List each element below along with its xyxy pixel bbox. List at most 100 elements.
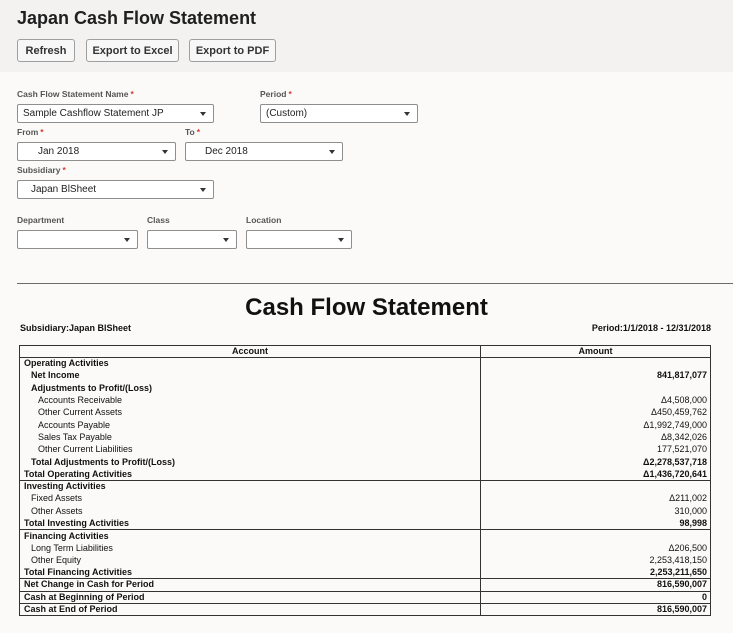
amount-cell: 2,253,211,650 (480, 566, 711, 579)
statement-name-value: Sample Cashflow Statement JP (23, 108, 164, 119)
account-cell: Sales Tax Payable (19, 431, 481, 444)
table-row: Long Term Liabilities Δ206,500 (19, 541, 711, 555)
table-row: Sales Tax Payable Δ8,342,026 (19, 431, 711, 444)
account-cell: Operating Activities (19, 357, 481, 370)
location-label: Location (246, 215, 282, 225)
account-cell: Accounts Payable (19, 418, 481, 432)
table-row: Operating Activities (19, 357, 711, 370)
amount-cell: Δ450,459,762 (480, 406, 711, 419)
amount-cell (480, 357, 711, 370)
chevron-down-icon (124, 237, 130, 242)
account-cell: Other Current Assets (19, 406, 481, 419)
chevron-down-icon (329, 149, 335, 154)
export-excel-button[interactable]: Export to Excel (86, 39, 179, 62)
table-row: Total Adjustments to Profit/(Loss) Δ2,278… (19, 455, 711, 469)
table-row: Total Operating Activities Δ1,436,720,641 (19, 468, 711, 481)
chevron-down-icon (338, 237, 344, 242)
subsidiary-value: Japan BlSheet (31, 184, 97, 195)
table-row: Financing Activities (19, 529, 711, 542)
chevron-down-icon (162, 149, 168, 154)
account-cell: Cash at Beginning of Period (19, 590, 481, 604)
required-mark: * (196, 127, 201, 137)
export-pdf-button[interactable]: Export to PDF (189, 39, 276, 62)
class-select[interactable] (147, 230, 237, 249)
amount-cell: Δ1,436,720,641 (480, 468, 711, 481)
account-cell: Fixed Assets (19, 492, 481, 506)
account-cell: Long Term Liabilities (19, 541, 481, 555)
amount-cell: Δ2,278,537,718 (480, 455, 711, 469)
period-select[interactable]: (Custom) (260, 104, 418, 123)
table-row: Other Assets 310,000 (19, 505, 711, 518)
table-row: Adjustments to Profit/(Loss) (19, 382, 711, 395)
column-header-account: Account (19, 345, 481, 358)
amount-cell: 310,000 (480, 505, 711, 518)
amount-cell: 2,253,418,150 (480, 554, 711, 567)
amount-cell (480, 479, 711, 493)
table-row: Cash at Beginning of Period 0 (19, 590, 711, 604)
account-cell: Other Assets (19, 505, 481, 518)
page-header: Japan Cash Flow Statement Refresh Export… (0, 0, 733, 72)
amount-cell (480, 382, 711, 395)
table-row: Investing Activities (19, 479, 711, 493)
to-select[interactable]: Dec 2018 (185, 142, 343, 161)
statement-name-label: Cash Flow Statement Name * (17, 89, 134, 99)
section-divider (17, 283, 733, 284)
table-header-row: Account Amount (19, 345, 711, 358)
table-row: Other Current Assets Δ450,459,762 (19, 406, 711, 419)
account-cell: Investing Activities (19, 479, 481, 493)
to-value: Dec 2018 (205, 146, 248, 157)
amount-cell: Δ4,508,000 (480, 394, 711, 407)
location-select[interactable] (246, 230, 352, 249)
amount-cell: Δ211,002 (480, 492, 711, 506)
table-row: Other Equity 2,253,418,150 (19, 554, 711, 567)
table-row: Other Current Liabilities 177,521,070 (19, 443, 711, 456)
table-row: Accounts Payable Δ1,992,749,000 (19, 418, 711, 432)
report-subsidiary: Subsidiary:Japan BlSheet (20, 323, 132, 333)
account-cell: Net Income (19, 369, 481, 383)
from-label: From * (17, 127, 44, 137)
required-mark: * (130, 89, 134, 99)
period-value: (Custom) (266, 108, 308, 119)
subsidiary-select[interactable]: Japan BlSheet (17, 180, 214, 199)
amount-cell: 177,521,070 (480, 443, 711, 456)
subsidiary-label: Subsidiary * (17, 165, 66, 175)
account-cell: Total Investing Activities (19, 517, 481, 530)
from-select[interactable]: Jan 2018 (17, 142, 176, 161)
from-value: Jan 2018 (38, 146, 80, 157)
account-cell: Other Current Liabilities (19, 443, 481, 456)
table-row: Fixed Assets Δ211,002 (19, 492, 711, 506)
class-label: Class (147, 215, 170, 225)
table-row: Total Investing Activities 98,998 (19, 517, 711, 530)
amount-cell: Δ1,992,749,000 (480, 418, 711, 432)
amount-cell: Δ8,342,026 (480, 431, 711, 444)
department-select[interactable] (17, 230, 138, 249)
amount-cell: 816,590,007 (480, 602, 711, 617)
account-cell: Net Change in Cash for Period (19, 578, 481, 592)
account-cell: Total Operating Activities (19, 468, 481, 481)
account-cell: Accounts Receivable (19, 394, 481, 407)
column-header-amount: Amount (480, 345, 711, 358)
amount-cell (480, 529, 711, 542)
report-title: Cash Flow Statement (245, 294, 488, 321)
department-label: Department (17, 215, 65, 225)
account-cell: Cash at End of Period (19, 602, 481, 617)
table-row: Net Income 841,817,077 (19, 369, 711, 383)
amount-cell: Δ206,500 (480, 541, 711, 555)
required-mark: * (40, 127, 44, 137)
chevron-down-icon (200, 111, 206, 116)
chevron-down-icon (200, 187, 206, 192)
table-row: Net Change in Cash for Period 816,590,007 (19, 578, 711, 592)
chevron-down-icon (404, 111, 410, 116)
table-row: Cash at End of Period 816,590,007 (19, 602, 711, 617)
statement-name-select[interactable]: Sample Cashflow Statement JP (17, 104, 214, 123)
required-mark: * (62, 165, 66, 175)
report-body: Operating Activities Net Income 841,817,07… (19, 357, 711, 617)
amount-cell: 841,817,077 (480, 369, 711, 383)
refresh-button[interactable]: Refresh (17, 39, 75, 62)
table-row: Total Financing Activities 2,253,211,650 (19, 566, 711, 579)
account-cell: Other Equity (19, 554, 481, 567)
report-table: Account Amount Operating Activities Net I… (19, 345, 711, 617)
account-cell: Adjustments to Profit/(Loss) (19, 382, 481, 395)
account-cell: Total Adjustments to Profit/(Loss) (19, 455, 481, 469)
page-title: Japan Cash Flow Statement (17, 8, 257, 28)
